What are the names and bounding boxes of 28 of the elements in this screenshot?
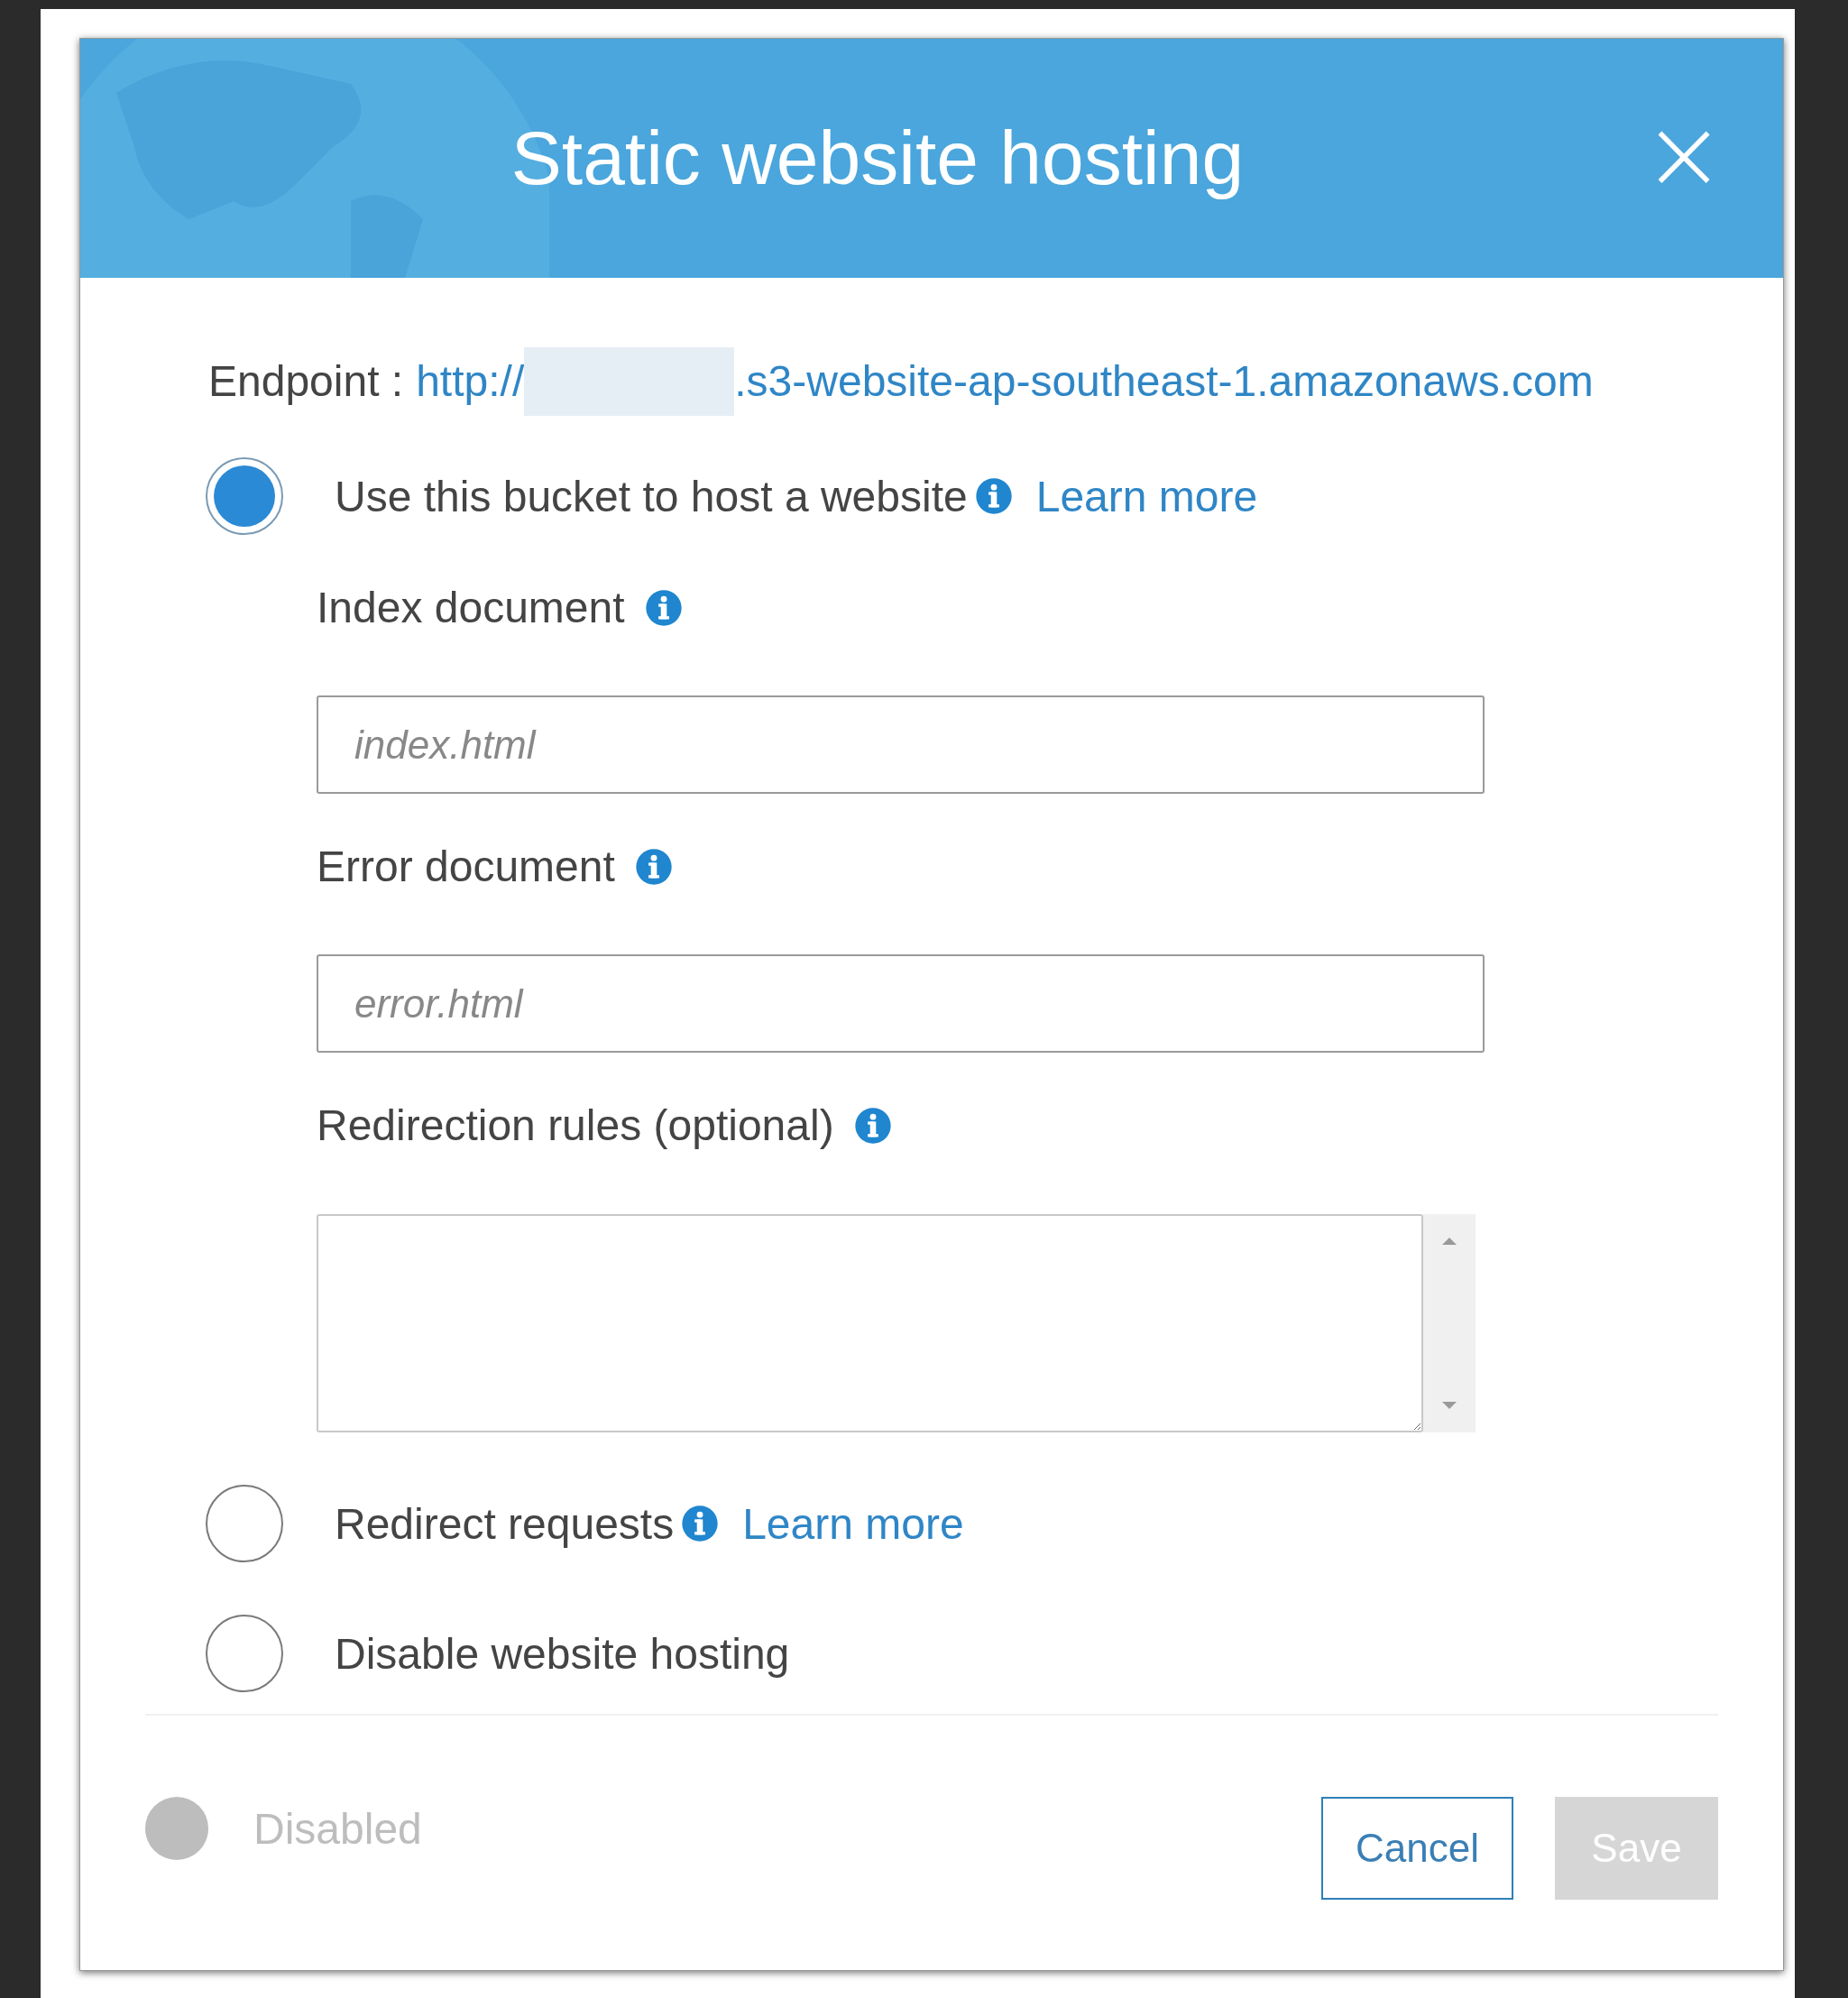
scroll-down-icon[interactable] bbox=[1440, 1400, 1458, 1411]
scroll-up-icon[interactable] bbox=[1440, 1236, 1458, 1247]
info-icon[interactable] bbox=[634, 847, 673, 886]
option-label[interactable]: Use this bucket to host a website bbox=[335, 471, 968, 521]
scrollbar[interactable] bbox=[1423, 1214, 1476, 1432]
info-icon[interactable] bbox=[681, 1505, 720, 1542]
option-label[interactable]: Redirect requests bbox=[335, 1498, 675, 1549]
dialog-title: Static website hosting bbox=[510, 115, 1245, 202]
info-icon[interactable] bbox=[974, 477, 1013, 515]
radio-button[interactable] bbox=[206, 457, 283, 535]
input-field[interactable]: error.html bbox=[317, 954, 1485, 1053]
info-icon[interactable] bbox=[853, 1106, 892, 1145]
option-label[interactable]: Disable website hosting bbox=[335, 1628, 790, 1679]
info-icon[interactable] bbox=[644, 588, 683, 627]
radio-button[interactable] bbox=[206, 1615, 283, 1692]
cancel-button[interactable]: Cancel bbox=[1321, 1797, 1513, 1900]
input-field[interactable]: index.html bbox=[317, 695, 1485, 794]
status-label: Disabled bbox=[253, 1803, 422, 1854]
learn-more-link[interactable]: Learn more bbox=[742, 1498, 964, 1549]
radio-button[interactable] bbox=[206, 1485, 283, 1562]
endpoint-link[interactable]: http:// bbox=[416, 356, 525, 406]
field-label: Redirection rules (optional) bbox=[317, 1100, 834, 1150]
field-label: Error document bbox=[317, 842, 615, 891]
endpoint-link[interactable]: .s3-website-ap-southeast-1.amazonaws.com bbox=[734, 356, 1594, 406]
close-button[interactable]: × bbox=[1642, 116, 1718, 192]
endpoint-label: Endpoint : bbox=[208, 356, 404, 406]
learn-more-link[interactable]: Learn more bbox=[1035, 471, 1258, 521]
field-label: Index document bbox=[317, 583, 625, 632]
